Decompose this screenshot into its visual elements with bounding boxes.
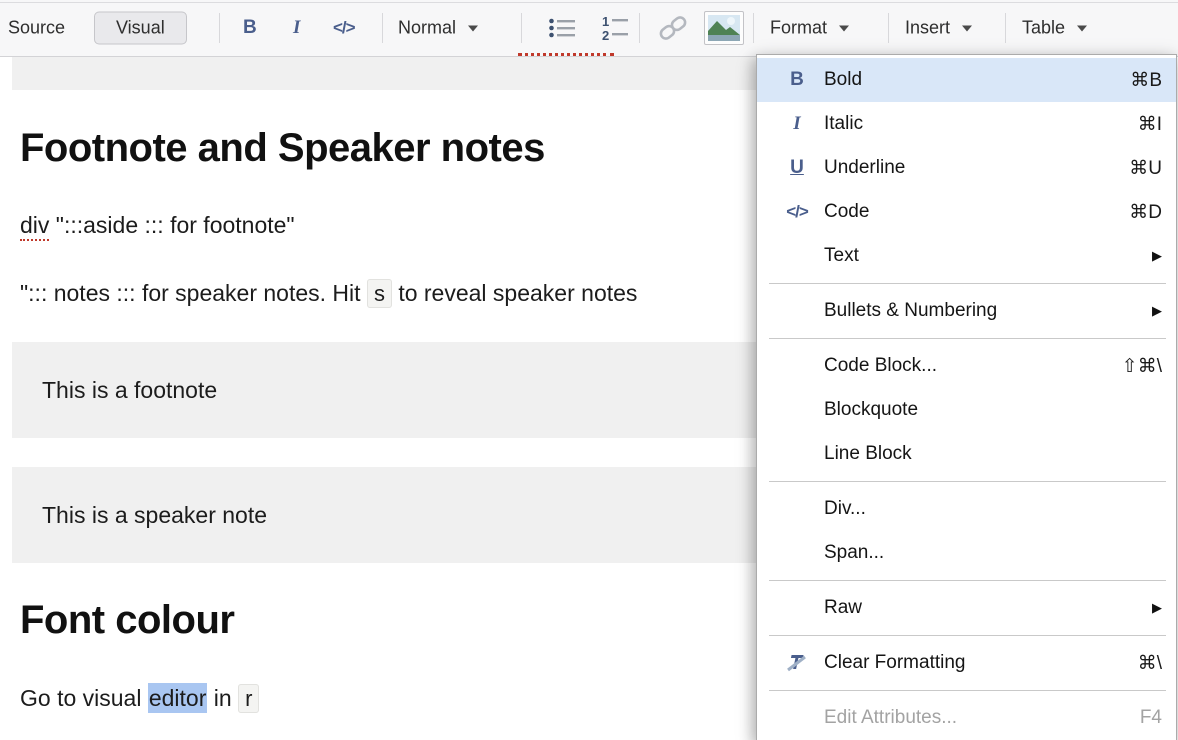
toolbar-top-divider	[0, 2, 1178, 3]
italic-button[interactable]: I	[293, 17, 300, 39]
format-menu-label: Format	[770, 18, 827, 39]
inline-code: s	[367, 279, 392, 308]
text-selection: editor	[148, 683, 208, 713]
menu-item-raw[interactable]: Raw ▶	[757, 586, 1176, 630]
menu-separator	[769, 481, 1166, 482]
paragraph-text: ":::aside ::: for footnote"	[49, 212, 294, 238]
menu-item-div[interactable]: Div...	[757, 487, 1176, 531]
numbered-list-icon: 1 2	[600, 15, 630, 41]
format-dropdown-menu: B Bold ⌘B I Italic ⌘I U Underline ⌘U </>…	[756, 54, 1177, 740]
menu-item-line-block[interactable]: Line Block	[757, 432, 1176, 476]
table-menu-label: Table	[1022, 18, 1065, 39]
menu-item-span[interactable]: Span...	[757, 531, 1176, 575]
image-icon	[708, 15, 740, 41]
bulleted-list-button[interactable]	[548, 16, 576, 40]
menu-separator	[769, 338, 1166, 339]
toolbar-separator	[219, 13, 220, 43]
chevron-down-icon	[468, 25, 478, 31]
paragraph-style-dropdown[interactable]: Normal	[398, 18, 478, 39]
paragraph-text: to reveal speaker notes	[392, 280, 637, 306]
submenu-arrow-icon: ▶	[1152, 248, 1162, 264]
inline-code: r	[238, 684, 259, 713]
toolbar-separator	[1005, 13, 1006, 43]
clear-formatting-icon	[786, 653, 808, 673]
menu-item-blockquote[interactable]: Blockquote	[757, 388, 1176, 432]
code-button[interactable]: </>	[333, 18, 355, 38]
menu-item-clear-formatting[interactable]: Clear Formatting ⌘\	[757, 641, 1176, 685]
insert-menu-button[interactable]: Insert	[905, 18, 972, 39]
rstudio-visual-editor: { "toolbar": { "source_label": "Source",…	[0, 0, 1178, 740]
chevron-down-icon	[962, 25, 972, 31]
toolbar-separator	[888, 13, 889, 43]
editor-toolbar: Source Visual B I </> Normal 1 2	[0, 0, 1178, 57]
toolbar-separator	[521, 13, 522, 43]
svg-text:1: 1	[602, 15, 609, 29]
link-icon	[656, 14, 690, 42]
submenu-arrow-icon: ▶	[1152, 303, 1162, 319]
menu-item-code[interactable]: </> Code ⌘D	[757, 190, 1176, 234]
menu-item-italic[interactable]: I Italic ⌘I	[757, 102, 1176, 146]
menu-item-text[interactable]: Text ▶	[757, 234, 1176, 278]
speaker-note-text: This is a speaker note	[42, 502, 267, 529]
spellcheck-underline	[518, 53, 614, 56]
chevron-down-icon	[839, 25, 849, 31]
toolbar-separator	[753, 13, 754, 43]
paragraph-text: "::: notes ::: for speaker notes. Hit	[20, 280, 367, 306]
bulleted-list-icon	[548, 16, 576, 40]
insert-image-button[interactable]	[704, 11, 744, 45]
menu-item-edit-attributes: Edit Attributes... F4	[757, 696, 1176, 740]
submenu-arrow-icon: ▶	[1152, 600, 1162, 616]
paragraph-font-colour: Go to visual editor in r	[20, 685, 259, 712]
heading-footnote-speaker-notes: Footnote and Speaker notes	[20, 126, 545, 171]
chevron-down-icon	[1077, 25, 1087, 31]
menu-item-bold[interactable]: B Bold ⌘B	[757, 58, 1176, 102]
visual-mode-button[interactable]: Visual	[94, 12, 187, 45]
heading-font-colour: Font colour	[20, 598, 234, 643]
svg-text:2: 2	[602, 28, 609, 41]
format-menu-button[interactable]: Format	[770, 18, 849, 39]
paragraph-div-aside: div ":::aside ::: for footnote"	[20, 212, 295, 239]
menu-item-bullets-numbering[interactable]: Bullets & Numbering ▶	[757, 289, 1176, 333]
misspelled-word: div	[20, 212, 49, 241]
paragraph-style-value: Normal	[398, 18, 456, 39]
bold-button[interactable]: B	[243, 17, 257, 39]
numbered-list-button[interactable]: 1 2	[600, 15, 630, 41]
underline-icon: U	[770, 157, 824, 179]
source-mode-button[interactable]: Source	[8, 18, 65, 39]
code-icon: </>	[770, 202, 824, 222]
footnote-text: This is a footnote	[42, 377, 217, 404]
menu-item-code-block[interactable]: Code Block... ⇧⌘\	[757, 344, 1176, 388]
menu-separator	[769, 635, 1166, 636]
menu-separator	[769, 690, 1166, 691]
paragraph-text: in	[207, 685, 238, 711]
menu-separator	[769, 580, 1166, 581]
paragraph-speaker-notes: "::: notes ::: for speaker notes. Hit s …	[20, 280, 637, 307]
table-menu-button[interactable]: Table	[1022, 18, 1087, 39]
bold-icon: B	[770, 69, 824, 91]
menu-separator	[769, 283, 1166, 284]
italic-icon: I	[770, 113, 824, 135]
insert-link-button[interactable]	[656, 14, 690, 42]
insert-menu-label: Insert	[905, 18, 950, 39]
menu-item-underline[interactable]: U Underline ⌘U	[757, 146, 1176, 190]
toolbar-separator	[382, 13, 383, 43]
paragraph-text: Go to visual	[20, 685, 148, 711]
toolbar-separator	[639, 13, 640, 43]
